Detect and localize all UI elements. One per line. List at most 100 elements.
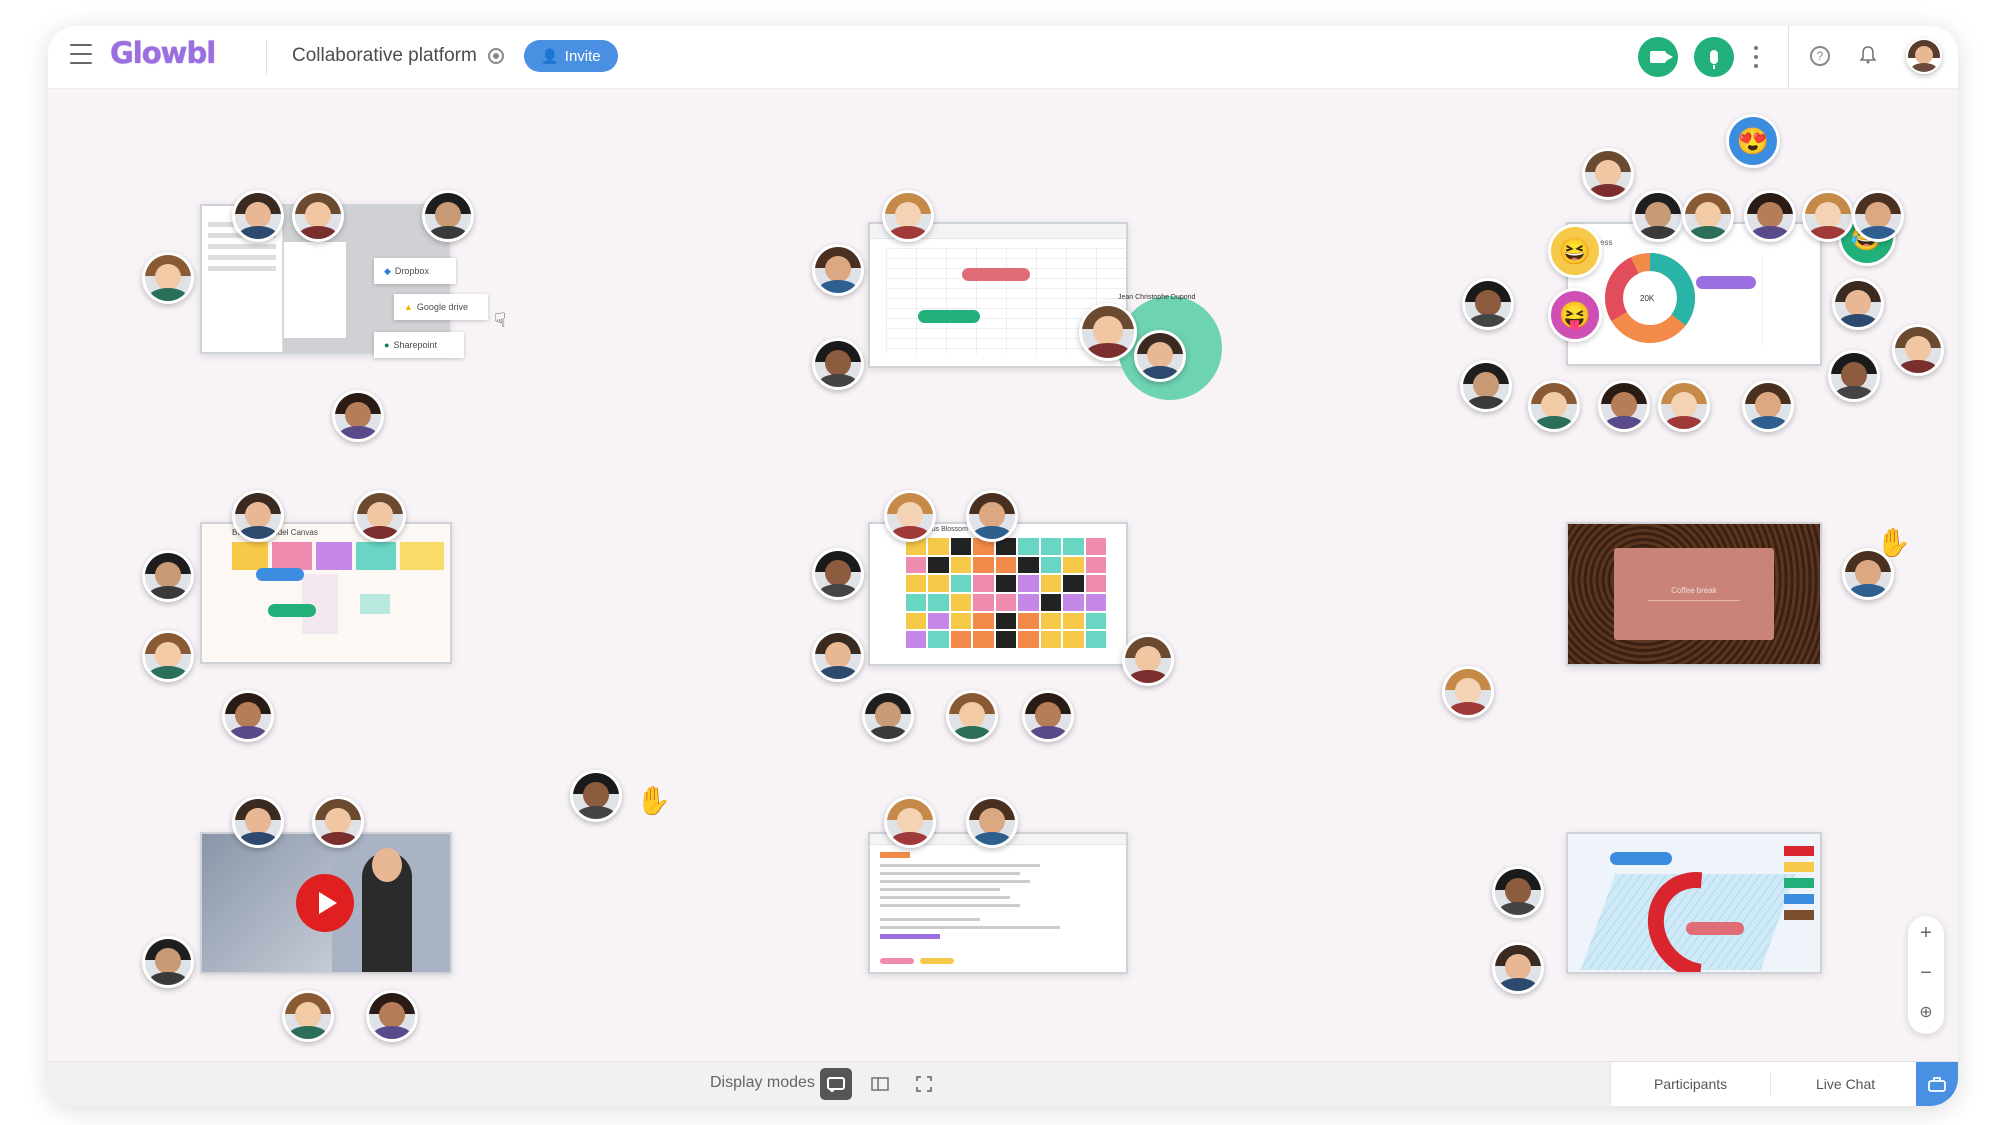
tab-live-chat[interactable]: Live Chat [1816,1076,1875,1092]
hamburger-icon[interactable] [70,44,92,64]
participant-avatar[interactable] [884,796,936,848]
participant-avatar[interactable] [292,190,344,242]
participant-avatar[interactable] [812,630,864,682]
chart-center-value: 20K [1640,294,1655,303]
cursor-tag [1610,852,1672,865]
participant-avatar[interactable] [1598,380,1650,432]
participant-avatar[interactable] [142,252,194,304]
participant-avatar[interactable] [142,936,194,988]
workspace-video[interactable] [200,832,452,974]
participant-avatar[interactable] [1658,380,1710,432]
participant-avatar[interactable] [570,770,622,822]
play-button[interactable] [296,874,354,932]
participant-avatar[interactable] [1682,190,1734,242]
participant-avatar[interactable] [1079,303,1137,361]
participant-avatar[interactable] [232,796,284,848]
participant-avatar[interactable] [1802,190,1854,242]
workspace-chart[interactable]: Business 20K [1566,222,1822,366]
invite-button[interactable]: 👤 Invite [524,40,618,72]
participant-avatar[interactable] [1828,350,1880,402]
participant-avatar[interactable] [882,190,934,242]
side-tabs: Participants Live Chat [1610,1062,1958,1106]
participant-avatar[interactable] [1492,866,1544,918]
workspace-lotus[interactable]: Lotus Blossom Technique [868,522,1128,666]
room-title: Collaborative platform [292,45,477,66]
google-drive-label: Google drive [416,302,468,312]
participant-avatar[interactable] [232,190,284,242]
participant-avatar[interactable] [1492,942,1544,994]
cursor-tag [918,310,980,323]
mode-split-button[interactable] [864,1068,896,1100]
participant-avatar[interactable] [1744,190,1796,242]
lotus-grid [906,538,1106,648]
workspace-3d-model[interactable] [1566,832,1822,974]
coffee-break-card: Coffee break [1614,548,1774,640]
participant-avatar[interactable] [1022,690,1074,742]
gear-icon[interactable] [488,48,504,64]
participant-avatar[interactable] [312,796,364,848]
share-panel-button[interactable] [1916,1062,1958,1106]
participant-avatar[interactable] [1122,634,1174,686]
participant-avatar[interactable] [884,490,936,542]
mode-free-button[interactable] [820,1068,852,1100]
participant-avatar[interactable] [1134,330,1186,382]
cursor-tag [1686,922,1744,935]
participant-avatar[interactable] [862,690,914,742]
help-icon[interactable]: ? [1810,46,1830,66]
emoji-reaction: 😆 [1548,224,1602,278]
participant-avatar[interactable] [1460,360,1512,412]
sharepoint-option[interactable]: ● Sharepoint [374,332,464,358]
hand-cursor-icon: ✋ [636,785,671,816]
header-divider-right [1788,26,1789,88]
participant-avatar[interactable] [1852,190,1904,242]
workspace-business-canvas[interactable]: Business Model Canvas [200,522,452,664]
cursor-tag [1696,276,1756,289]
participant-avatar[interactable] [142,630,194,682]
picker-submenu [284,242,346,338]
participant-avatar[interactable] [1842,548,1894,600]
workspace-document[interactable] [868,832,1128,974]
participant-avatar[interactable] [812,338,864,390]
participant-avatar[interactable] [966,796,1018,848]
bottom-bar: Display modes Participants Live Chat [48,1061,1958,1106]
camera-button[interactable] [1638,37,1678,77]
participant-avatar[interactable] [1582,148,1634,200]
zoom-out-button[interactable]: − [1908,962,1944,985]
tab-participants[interactable]: Participants [1654,1076,1727,1092]
participant-avatar[interactable] [966,490,1018,542]
kebab-icon[interactable] [1754,46,1758,68]
user-avatar[interactable] [1906,38,1942,74]
participant-avatar[interactable] [1462,278,1514,330]
participant-avatar[interactable] [354,490,406,542]
participant-avatar[interactable] [422,190,474,242]
participant-avatar[interactable] [1528,380,1580,432]
participant-avatar[interactable] [1742,380,1794,432]
participant-avatar[interactable] [222,690,274,742]
mode-fullscreen-button[interactable] [908,1068,940,1100]
microphone-button[interactable] [1694,37,1734,77]
participant-avatar[interactable] [366,990,418,1042]
participant-avatar[interactable] [812,548,864,600]
participant-avatar[interactable] [946,690,998,742]
header-divider [266,40,267,74]
participant-avatar[interactable] [1832,278,1884,330]
locate-icon[interactable]: ⊕ [1908,1002,1944,1022]
participant-avatar[interactable] [282,990,334,1042]
participant-avatar[interactable] [1442,666,1494,718]
participant-avatar[interactable] [142,550,194,602]
coffee-break-text: Coffee break [1671,586,1717,595]
participant-avatar[interactable] [812,244,864,296]
google-drive-option[interactable]: ▲ Google drive [394,294,488,320]
3d-palette [1784,846,1814,966]
add-user-icon: 👤 [541,47,559,64]
participant-avatar[interactable] [232,490,284,542]
zoom-in-button[interactable]: + [1908,922,1944,945]
dropbox-icon: ◆ [384,266,391,276]
workspace-coffee-break[interactable]: Coffee break [1566,522,1822,666]
dropbox-option[interactable]: ◆ Dropbox [374,258,456,284]
app-logo[interactable]: Glowbl [110,36,216,70]
participant-avatar[interactable] [1892,324,1944,376]
participant-avatar[interactable] [1632,190,1684,242]
participant-avatar[interactable] [332,390,384,442]
bell-icon[interactable] [1860,46,1876,64]
